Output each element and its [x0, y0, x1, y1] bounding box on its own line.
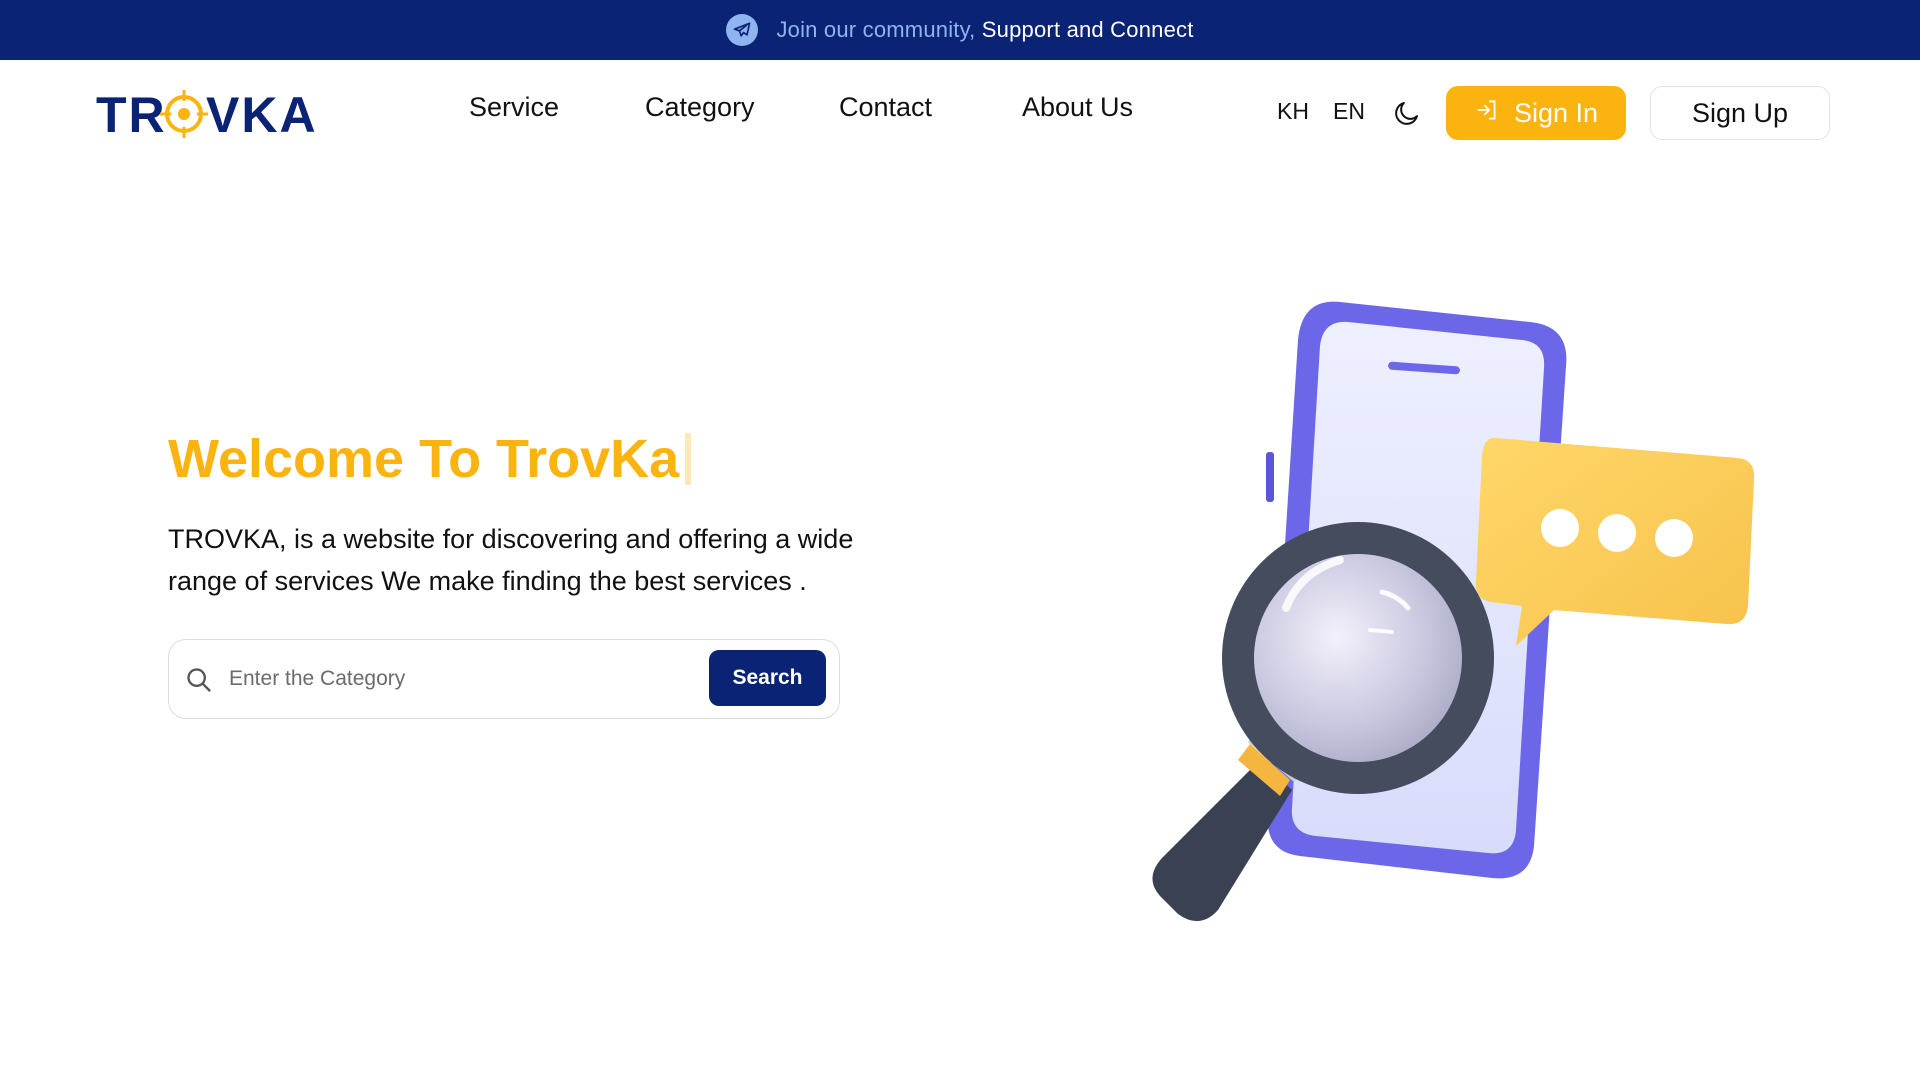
- lang-en[interactable]: EN: [1333, 98, 1365, 125]
- lang-kh[interactable]: KH: [1277, 98, 1309, 125]
- announcement-text: Join our community, Support and Connect: [776, 17, 1193, 43]
- sign-up-label: Sign Up: [1691, 97, 1789, 128]
- announcement-accent: Join our community,: [776, 17, 976, 42]
- category-search: Search: [168, 639, 840, 719]
- nav-item-about-us[interactable]: About Us: [1022, 92, 1133, 123]
- search-button[interactable]: Search: [709, 650, 826, 706]
- nav-item-contact[interactable]: Contact: [839, 92, 932, 123]
- hero-title-text: Welcome To TrovKa: [168, 429, 680, 489]
- hero-title: Welcome To TrovKa: [168, 428, 692, 490]
- announcement-bar[interactable]: Join our community, Support and Connect: [0, 0, 1920, 60]
- hero-description: TROVKA, is a website for discovering and…: [168, 524, 854, 596]
- nav-item-category[interactable]: Category: [645, 92, 755, 123]
- svg-text:VKA: VKA: [206, 87, 318, 143]
- category-search-input[interactable]: [227, 658, 627, 700]
- nav-item-service[interactable]: Service: [469, 92, 559, 123]
- moon-icon[interactable]: [1392, 98, 1422, 128]
- login-icon: [1474, 97, 1500, 130]
- svg-text:TR: TR: [96, 87, 167, 143]
- search-icon: [185, 666, 213, 694]
- sign-in-label: Sign In: [1513, 97, 1599, 128]
- sign-up-button[interactable]: Sign Up: [1650, 86, 1830, 140]
- trovka-logo[interactable]: TR VKA: [96, 84, 326, 144]
- sign-in-button[interactable]: Sign In: [1446, 86, 1626, 140]
- typing-caret: [685, 433, 692, 485]
- telegram-icon: [726, 14, 759, 46]
- announcement-main: Support and Connect: [981, 17, 1194, 42]
- hero-illustration: [1130, 290, 1770, 950]
